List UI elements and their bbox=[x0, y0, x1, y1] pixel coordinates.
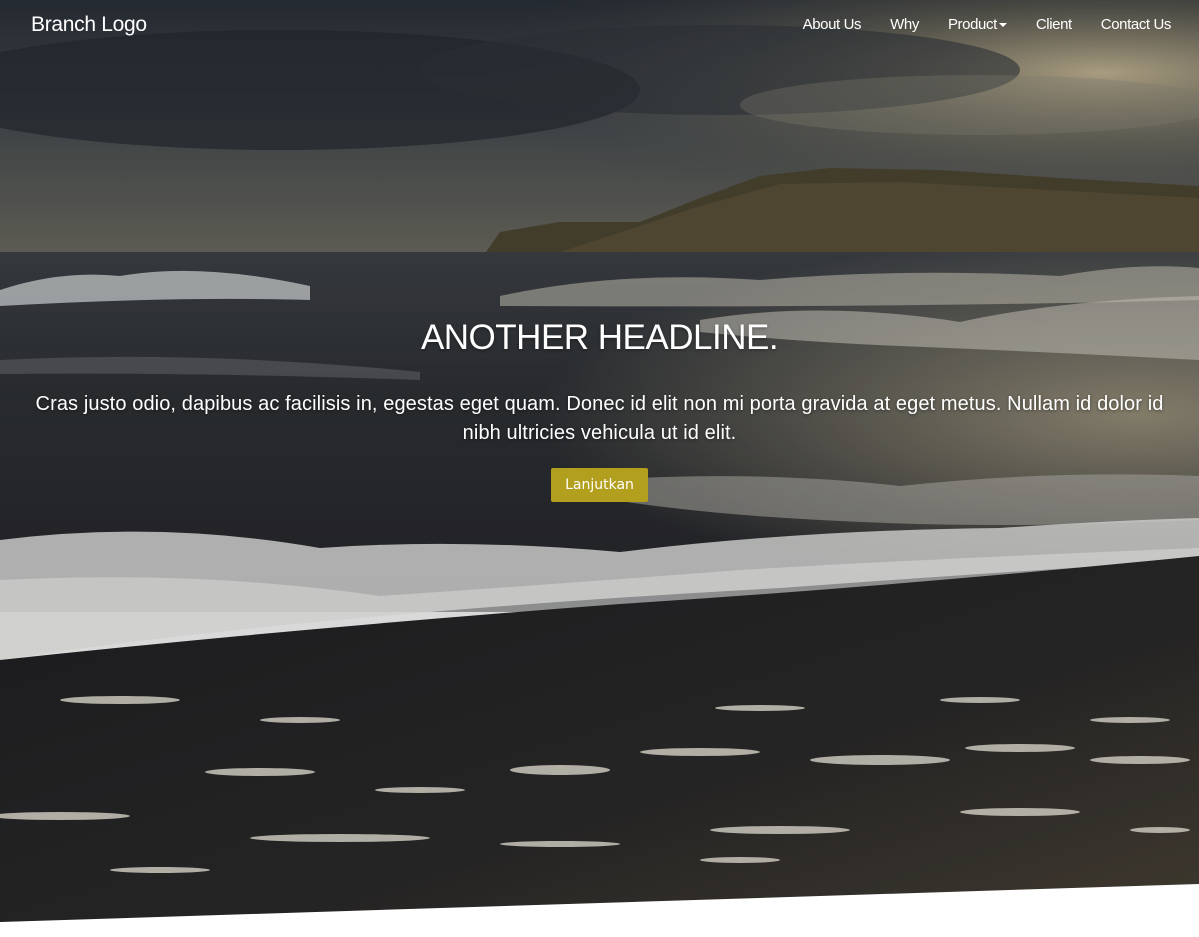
nav-item-about-us[interactable]: About Us bbox=[803, 16, 862, 33]
nav-item-label: Client bbox=[1035, 16, 1072, 33]
nav-item-why[interactable]: Why bbox=[890, 16, 919, 33]
lanjutkan-button[interactable]: Lanjutkan bbox=[551, 468, 648, 502]
nav-item-label: About Us bbox=[802, 16, 862, 33]
nav-item-label: Contact Us bbox=[1100, 16, 1172, 33]
nav-item-contact-us[interactable]: Contact Us bbox=[1100, 16, 1172, 33]
hero-section: Branch Logo About Us Why Product Client … bbox=[0, 0, 1199, 937]
navbar: Branch Logo About Us Why Product Client … bbox=[0, 0, 1199, 52]
nav-item-product[interactable]: Product bbox=[948, 16, 1007, 33]
hero-lead-text: Cras justo odio, dapibus ac facilisis in… bbox=[35, 393, 1164, 444]
nav-item-client[interactable]: Client bbox=[1036, 16, 1072, 33]
nav-menu: About Us Why Product Client Contact Us bbox=[774, 16, 1172, 33]
caret-down-icon bbox=[998, 22, 1007, 27]
brand-logo[interactable]: Branch Logo bbox=[31, 13, 147, 37]
hero-headline: ANOTHER HEADLINE. bbox=[420, 318, 779, 357]
nav-item-label: Product bbox=[947, 16, 997, 33]
nav-item-label: Why bbox=[890, 16, 919, 33]
hero-content: ANOTHER HEADLINE. Cras justo odio, dapib… bbox=[0, 318, 1199, 502]
